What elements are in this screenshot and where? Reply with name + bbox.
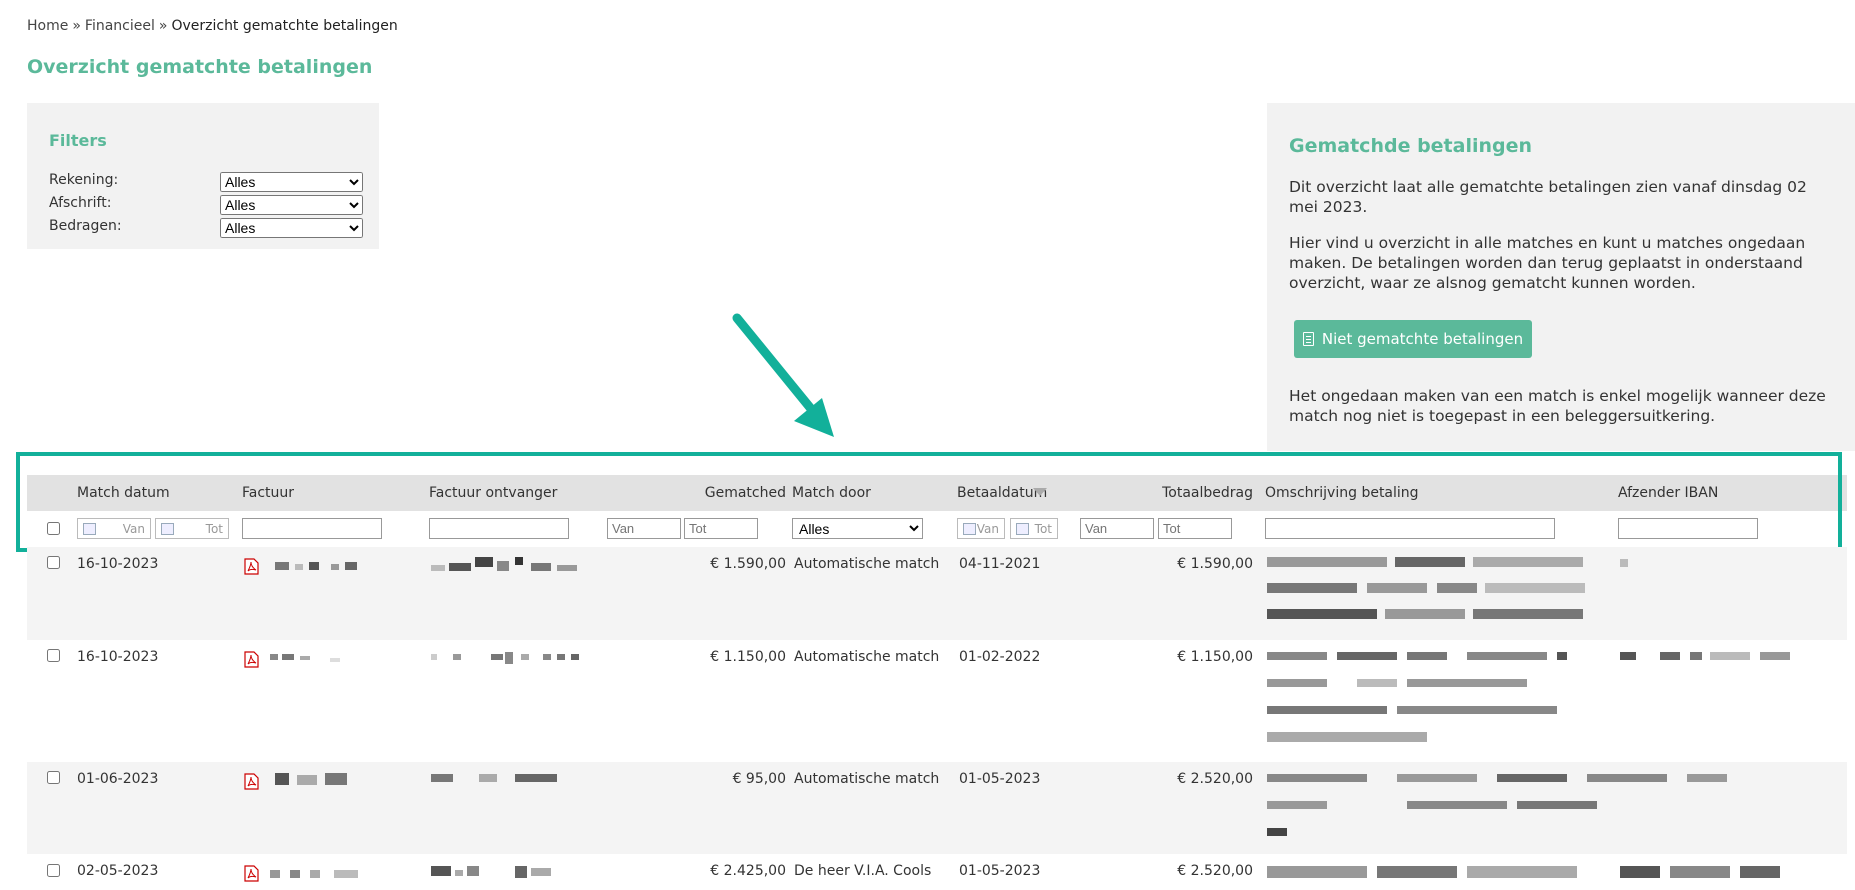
document-icon: [1302, 332, 1314, 346]
button-label: Niet gematchte betalingen: [1321, 330, 1524, 348]
ontvanger-redacted: [431, 652, 579, 664]
match-door-cell: Automatische match: [794, 556, 940, 572]
breadcrumb-home[interactable]: Home: [27, 18, 68, 34]
factuur-redacted: [275, 773, 347, 785]
pdf-icon[interactable]: [244, 865, 259, 882]
ontvanger-redacted: [431, 774, 557, 782]
match-door-cell: Automatische match: [794, 649, 940, 665]
breadcrumb-financieel[interactable]: Financieel: [85, 18, 155, 34]
match-door-cell: De heer V.I.A. Cools: [794, 863, 932, 879]
table-row[interactable]: 01-06-2023 € 95,00 Automatische match 01…: [27, 762, 1847, 854]
highlight-annotation: [16, 452, 1842, 552]
betaaldatum-cell: 01-05-2023: [959, 863, 1041, 879]
breadcrumb-current: Overzicht gematchte betalingen: [171, 18, 398, 34]
pdf-icon[interactable]: [244, 558, 259, 575]
iban-redacted: [1620, 866, 1780, 878]
match-datum-cell: 02-05-2023: [77, 863, 159, 879]
pdf-icon[interactable]: [244, 773, 259, 790]
factuur-redacted: [270, 870, 358, 878]
info-panel: Gematchde betalingen Dit overzicht laat …: [1267, 103, 1855, 451]
row-checkbox[interactable]: [47, 864, 60, 877]
omschrijving-redacted: [1267, 652, 1567, 742]
breadcrumb-separator: »: [158, 18, 168, 34]
iban-redacted: [1620, 652, 1790, 660]
table-row[interactable]: 02-05-2023 € 2.425,00 De heer V.I.A. Coo…: [27, 854, 1847, 890]
info-title: Gematchde betalingen: [1289, 135, 1533, 157]
totaalbedrag-cell: € 1.590,00: [1177, 556, 1253, 572]
factuur-redacted: [270, 654, 340, 662]
row-checkbox[interactable]: [47, 771, 60, 784]
gematched-cell: € 1.590,00: [710, 556, 786, 572]
info-intro: Dit overzicht laat alle gematchte betali…: [1289, 178, 1807, 216]
info-description: Hier vind u overzicht in alle matches en…: [1289, 234, 1806, 292]
factuur-redacted: [275, 562, 357, 570]
ontvanger-redacted: [431, 866, 551, 878]
afschrift-select[interactable]: Alles: [220, 195, 363, 215]
table-row[interactable]: 16-10-2023 € 1.590,00 Automatische match…: [27, 547, 1847, 640]
page-title: Overzicht gematchte betalingen: [27, 56, 373, 78]
gematched-cell: € 95,00: [732, 771, 786, 787]
filters-panel: Filters Rekening: Alles Afschrift: Alles…: [27, 103, 379, 249]
info-note: Het ongedaan maken van een match is enke…: [1289, 387, 1826, 425]
filter-bedragen: Bedragen: Alles: [49, 216, 364, 238]
ontvanger-redacted: [431, 557, 577, 571]
omschrijving-redacted: [1267, 774, 1727, 836]
breadcrumb-separator: »: [72, 18, 81, 34]
filter-rekening: Rekening: Alles: [49, 170, 364, 192]
breadcrumb: Home» Financieel» Overzicht gematchte beta…: [27, 18, 398, 34]
match-datum-cell: 16-10-2023: [77, 556, 159, 572]
bedragen-select[interactable]: Alles: [220, 218, 363, 238]
gematched-cell: € 2.425,00: [710, 863, 786, 879]
totaalbedrag-cell: € 2.520,00: [1177, 771, 1253, 787]
omschrijving-redacted: [1267, 557, 1585, 619]
table-row[interactable]: 16-10-2023 € 1.150,00 Automatische match…: [27, 640, 1847, 762]
row-checkbox[interactable]: [47, 649, 60, 662]
totaalbedrag-cell: € 1.150,00: [1177, 649, 1253, 665]
betaaldatum-cell: 04-11-2021: [959, 556, 1041, 572]
gematched-cell: € 1.150,00: [710, 649, 786, 665]
match-datum-cell: 16-10-2023: [77, 649, 159, 665]
filters-title: Filters: [49, 131, 107, 150]
afschrift-label: Afschrift:: [49, 195, 112, 211]
pdf-icon[interactable]: [244, 651, 259, 668]
betaaldatum-cell: 01-02-2022: [959, 649, 1041, 665]
bedragen-label: Bedragen:: [49, 218, 122, 234]
rekening-select[interactable]: Alles: [220, 172, 363, 192]
rekening-label: Rekening:: [49, 172, 119, 188]
match-door-cell: Automatische match: [794, 771, 940, 787]
omschrijving-redacted: [1267, 866, 1577, 878]
betaaldatum-cell: 01-05-2023: [959, 771, 1041, 787]
filter-afschrift: Afschrift: Alles: [49, 193, 364, 215]
niet-gematchte-betalingen-button[interactable]: Niet gematchte betalingen: [1294, 320, 1532, 358]
iban-redacted: [1620, 559, 1628, 567]
row-checkbox[interactable]: [47, 556, 60, 569]
totaalbedrag-cell: € 2.520,00: [1177, 863, 1253, 879]
match-datum-cell: 01-06-2023: [77, 771, 159, 787]
